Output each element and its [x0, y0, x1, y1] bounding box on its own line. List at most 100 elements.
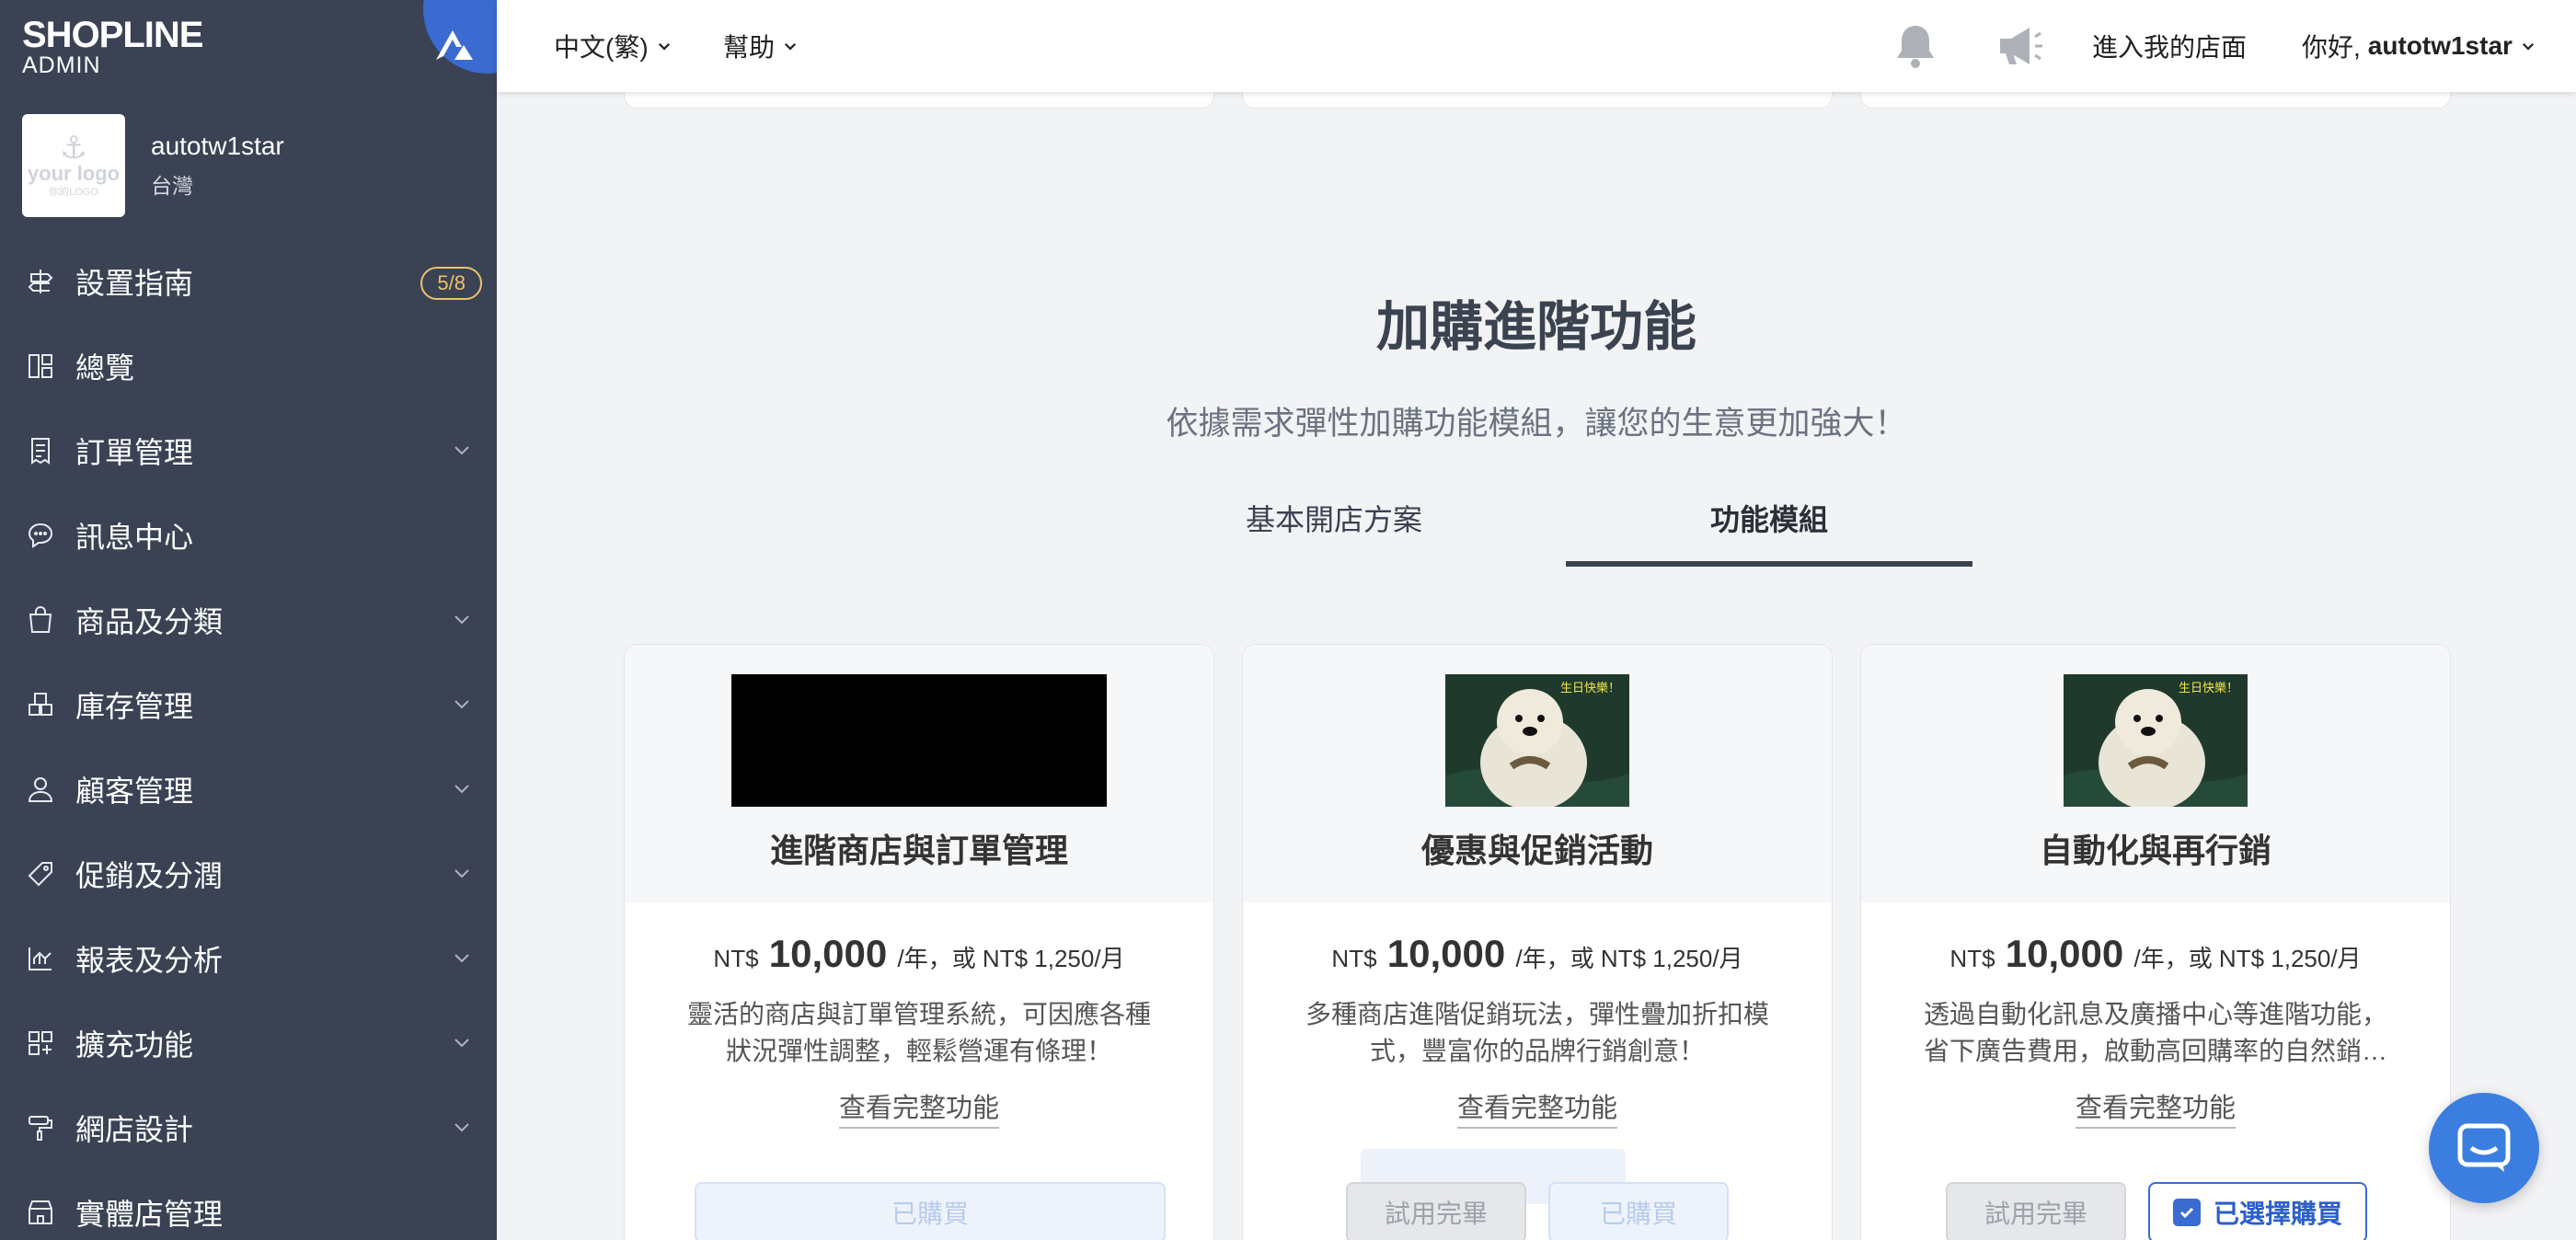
sidebar-item-label: 訂單管理	[75, 436, 194, 469]
chevron-down-icon	[454, 954, 469, 963]
user-icon	[28, 777, 53, 802]
sidebar-item-label: 報表及分析	[75, 944, 224, 977]
description-line: 省下廣告費用，啟動高回購率的自然銷…	[1923, 1037, 2387, 1065]
store-name: autotw1star	[151, 132, 284, 160]
trial-ended-button[interactable]: 試用完畢	[1946, 1182, 2126, 1240]
price-suffix: /年，或 NT$ 1,250/月	[1515, 945, 1743, 972]
bell-icon	[1897, 26, 1934, 68]
view-features-link[interactable]: 查看完整功能	[625, 1086, 1213, 1129]
module-card: 進階商店與訂單管理 NT$ 10,000 /年，或 NT$ 1,250/月 靈活…	[624, 644, 1214, 1240]
chevron-down-icon	[454, 1123, 469, 1132]
tab-feature-modules[interactable]: 功能模組	[1567, 497, 1972, 539]
tag-icon	[28, 862, 52, 887]
description-line: 狀況彈性調整，輕鬆營運有條理！	[725, 1037, 1112, 1065]
sidebar-item-reports[interactable]: 報表及分析	[0, 916, 497, 1001]
chevron-down-icon	[454, 615, 469, 625]
receipt-icon	[31, 438, 50, 465]
shopline-app-icon[interactable]	[423, 0, 497, 74]
tab-basic-plan[interactable]: 基本開店方案	[1132, 497, 1536, 539]
brand-logo[interactable]: SHOPLINE ADMIN	[22, 15, 203, 77]
sidebar-item-label: 庫存管理	[75, 690, 194, 723]
image-caption: 生日快樂！	[1559, 681, 1620, 695]
sidebar-item-setup-guide[interactable]: 設置指南 5/8	[0, 239, 497, 324]
visit-store-link[interactable]: 進入我的店面	[2092, 28, 2247, 64]
chat-launcher-button[interactable]	[2429, 1093, 2539, 1203]
sidebar-item-overview[interactable]: 總覽	[0, 324, 497, 408]
module-price: NT$ 10,000 /年，或 NT$ 1,250/月	[625, 932, 1213, 976]
sidebar-item-retail-store[interactable]: 實體店管理	[0, 1170, 497, 1240]
brand-name: SHOPLINE	[22, 15, 203, 55]
megaphone-icon	[2000, 28, 2042, 64]
signpost-icon	[28, 270, 53, 293]
chevron-down-icon	[2522, 42, 2534, 51]
sidebar-item-label: 總覽	[75, 351, 135, 385]
greeting-text: 你好,	[2302, 33, 2361, 62]
view-features-label: 查看完整功能	[1456, 1094, 1617, 1129]
module-description: 靈活的商店與訂單管理系統，可因應各種 狀況彈性調整，輕鬆營運有條理！	[680, 996, 1158, 1070]
chevron-down-icon	[658, 42, 670, 51]
checkbox-checked-icon	[2172, 1199, 2201, 1226]
sidebar-item-inventory[interactable]: 庫存管理	[0, 662, 497, 747]
sidebar-item-promotions[interactable]: 促銷及分潤	[0, 832, 497, 916]
sidebar-item-messages[interactable]: 訊息中心	[0, 493, 497, 578]
price-currency: NT$	[1949, 945, 1995, 972]
price-currency: NT$	[1331, 945, 1377, 972]
module-image	[731, 674, 1107, 807]
sidebar-item-label: 擴充功能	[75, 1028, 194, 1062]
sidebar-item-label: 訊息中心	[75, 521, 194, 554]
sidebar: SHOPLINE ADMIN ⚓ your logo 你的LOGO autotw…	[0, 0, 497, 1240]
chevron-down-icon	[454, 785, 469, 794]
chevron-down-icon	[454, 1039, 469, 1048]
trial-ended-button[interactable]: 試用完畢	[1346, 1182, 1526, 1240]
user-menu[interactable]: 你好, autotw1star	[2302, 28, 2536, 64]
active-tab-indicator	[1566, 561, 1972, 567]
purchased-button[interactable]: 已購買	[695, 1182, 1166, 1240]
sidebar-item-extensions[interactable]: 擴充功能	[0, 1001, 497, 1085]
module-title: 自動化與再行銷	[2039, 832, 2271, 869]
help-dropdown[interactable]: 幫助	[723, 28, 799, 64]
module-description: 透過自動化訊息及廣播中心等進階功能， 省下廣告費用，啟動高回購率的自然銷…	[1916, 996, 2395, 1070]
dashboard-icon	[29, 354, 52, 378]
sidebar-item-orders[interactable]: 訂單管理	[0, 408, 497, 493]
chat-icon	[2457, 1123, 2511, 1172]
card-bottom-edge	[624, 92, 1214, 109]
module-description: 多種商店進階促銷玩法，彈性疊加折扣模 式，豐富你的品牌行銷創意！	[1298, 996, 1777, 1070]
description-line: 透過自動化訊息及廣播中心等進階功能，	[1923, 1000, 2387, 1028]
chat-bubble-icon	[28, 522, 53, 548]
main-content: 加購進階功能 依據需求彈性加購功能模組，讓您的生意更加強大！ 基本開店方案 功能…	[497, 92, 2576, 1240]
sidebar-item-products[interactable]: 商品及分類	[0, 578, 497, 662]
store-info[interactable]: ⚓ your logo 你的LOGO autotw1star 台灣	[22, 114, 284, 217]
card-bottom-edge	[1242, 92, 1833, 109]
language-dropdown[interactable]: 中文(繁)	[554, 28, 673, 64]
user-name: autotw1star	[2367, 31, 2513, 60]
price-suffix: /年，或 NT$ 1,250/月	[2133, 945, 2362, 972]
logo-placeholder-sub: 你的LOGO	[49, 187, 98, 198]
announcements-button[interactable]	[1989, 24, 2044, 68]
store-icon	[29, 1200, 52, 1224]
sidebar-item-label: 設置指南	[75, 267, 194, 300]
shopping-bag-icon	[29, 606, 52, 633]
purchased-button[interactable]: 已購買	[1548, 1182, 1729, 1240]
description-line: 式，豐富你的品牌行銷創意！	[1369, 1037, 1705, 1065]
store-region: 台灣	[151, 174, 193, 198]
notifications-bell[interactable]	[1886, 22, 1938, 70]
sidebar-item-label: 顧客管理	[75, 775, 194, 808]
section-title: 加購進階功能	[1375, 297, 1696, 357]
sidebar-item-store-design[interactable]: 網店設計	[0, 1085, 497, 1170]
selected-purchase-button[interactable]: 已選擇購買	[2148, 1182, 2367, 1240]
view-features-link[interactable]: 查看完整功能	[1861, 1086, 2450, 1129]
help-label: 幫助	[723, 33, 776, 62]
sidebar-item-customers[interactable]: 顧客管理	[0, 747, 497, 832]
selected-purchase-label: 已選擇購買	[2213, 1200, 2342, 1228]
chevron-down-icon	[454, 700, 469, 709]
chevron-down-icon	[784, 42, 797, 51]
paint-roller-icon	[29, 1116, 52, 1141]
module-price: NT$ 10,000 /年，或 NT$ 1,250/月	[1861, 932, 2450, 976]
view-features-link[interactable]: 查看完整功能	[1243, 1086, 1832, 1129]
sidebar-nav: 設置指南 5/8 總覽 訂單管理 訊息中心 商品及分類 庫存管理 顧客管理 促銷…	[0, 239, 497, 1240]
apps-icon	[29, 1031, 52, 1055]
sidebar-item-label: 商品及分類	[75, 605, 224, 638]
description-line: 靈活的商店與訂單管理系統，可因應各種	[686, 1000, 1151, 1028]
module-title: 優惠與促銷活動	[1420, 832, 1653, 869]
logo-placeholder-text: your logo	[27, 162, 121, 185]
